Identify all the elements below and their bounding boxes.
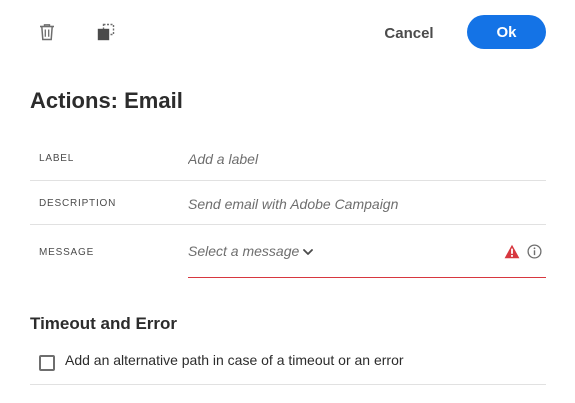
- page-title: Actions: Email: [30, 88, 183, 113]
- label-field-label: LABEL: [39, 153, 75, 164]
- info-icon[interactable]: [527, 244, 542, 259]
- description-field-row: DESCRIPTION: [30, 181, 546, 225]
- message-picker[interactable]: Select a message: [188, 225, 546, 278]
- trash-icon[interactable]: [35, 20, 59, 44]
- timeout-section-title: Timeout and Error: [30, 314, 178, 333]
- cancel-button[interactable]: Cancel: [377, 16, 441, 50]
- label-field-row: LABEL: [30, 136, 546, 181]
- label-input[interactable]: [188, 149, 543, 169]
- description-input[interactable]: [188, 194, 543, 214]
- message-field-row: MESSAGE Select a message: [30, 225, 546, 278]
- timeout-checkbox-label: Add an alternative path in case of a tim…: [65, 352, 404, 368]
- description-field-label: DESCRIPTION: [39, 198, 117, 209]
- timeout-checkbox[interactable]: [39, 355, 55, 371]
- message-field-label: MESSAGE: [39, 247, 95, 258]
- timeout-checkbox-row[interactable]: Add an alternative path in case of a tim…: [30, 340, 546, 385]
- duplicate-icon[interactable]: [94, 20, 118, 44]
- message-placeholder: Select a message: [188, 243, 300, 259]
- chevron-down-icon: [302, 245, 314, 257]
- alert-icon: [504, 244, 520, 259]
- ok-button[interactable]: Ok: [467, 15, 546, 49]
- toolbar: Cancel Ok: [0, 0, 575, 64]
